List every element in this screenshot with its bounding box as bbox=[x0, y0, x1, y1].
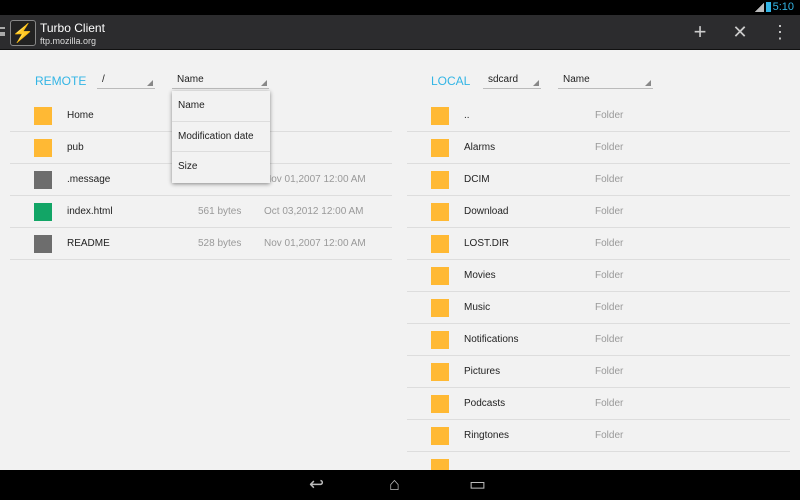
back-icon[interactable]: ↩ bbox=[309, 474, 324, 495]
clock: 5:10 bbox=[772, 1, 794, 13]
app-title: Turbo Client bbox=[40, 21, 105, 35]
file-date: Oct 03,2012 12:00 AM bbox=[264, 206, 364, 217]
file-name: Home bbox=[67, 110, 94, 121]
file-date: Nov 01,2007 12:00 AM bbox=[264, 238, 366, 249]
sort-dropdown-menu: Name Modification date Size bbox=[172, 91, 270, 183]
overflow-menu-button[interactable]: ⋮ bbox=[768, 21, 792, 45]
folder-row[interactable]: Alarms Folder bbox=[407, 132, 790, 164]
plus-icon: + bbox=[693, 19, 707, 44]
folder-name: .. bbox=[464, 110, 470, 121]
file-icon bbox=[34, 235, 52, 253]
server-host: ftp.mozilla.org bbox=[40, 36, 97, 46]
folder-name: Ringtones bbox=[464, 430, 510, 441]
file-name: README bbox=[67, 238, 110, 249]
folder-row[interactable]: Download Folder bbox=[407, 196, 790, 228]
battery-icon bbox=[766, 2, 771, 12]
file-name: pub bbox=[67, 142, 84, 153]
remote-sort-spinner[interactable]: Name bbox=[172, 72, 269, 89]
folder-icon bbox=[431, 363, 449, 381]
sort-option-name[interactable]: Name bbox=[172, 91, 270, 122]
folder-icon bbox=[431, 203, 449, 221]
folder-type: Folder bbox=[595, 430, 624, 441]
remote-path-spinner[interactable]: / bbox=[97, 72, 155, 89]
app-logo-icon[interactable]: ⚡ bbox=[10, 20, 36, 46]
folder-name: Download bbox=[464, 206, 509, 217]
folder-row[interactable]: DCIM Folder bbox=[407, 164, 790, 196]
remote-label: REMOTE bbox=[35, 74, 87, 88]
folder-icon bbox=[431, 107, 449, 125]
folder-name: Podcasts bbox=[464, 398, 506, 409]
file-size: 528 bytes bbox=[198, 238, 242, 249]
folder-icon bbox=[431, 267, 449, 285]
folder-type: Folder bbox=[595, 270, 624, 281]
file-date: Nov 01,2007 12:00 AM bbox=[264, 174, 366, 185]
folder-name: Music bbox=[464, 302, 491, 313]
folder-name: Alarms bbox=[464, 142, 496, 153]
folder-row[interactable]: Podcasts Folder bbox=[407, 388, 790, 420]
folder-type: Folder bbox=[595, 206, 624, 217]
folder-type: Folder bbox=[595, 366, 624, 377]
folder-row[interactable]: Ringtones Folder bbox=[407, 420, 790, 452]
recents-icon[interactable]: ▭ bbox=[469, 474, 486, 495]
folder-type: Folder bbox=[595, 174, 624, 185]
file-icon bbox=[34, 203, 52, 221]
folder-name: Pictures bbox=[464, 366, 501, 377]
status-bar: 5:10 bbox=[0, 0, 800, 15]
folder-name: LOST.DIR bbox=[464, 238, 510, 249]
file-name: index.html bbox=[67, 206, 113, 217]
navigation-bar: ↩ ⌂ ▭ bbox=[0, 470, 800, 500]
folder-row[interactable]: Notifications Folder bbox=[407, 324, 790, 356]
folder-row[interactable]: Movies Folder bbox=[407, 260, 790, 292]
folder-row[interactable]: LOST.DIR Folder bbox=[407, 228, 790, 260]
folder-type: Folder bbox=[595, 238, 624, 249]
action-bar: ⚡ Turbo Client ftp.mozilla.org + ✕ ⋮ bbox=[0, 15, 800, 50]
file-icon bbox=[34, 171, 52, 189]
overflow-icon: ⋮ bbox=[771, 22, 789, 42]
folder-type: Folder bbox=[595, 110, 624, 121]
close-icon: ✕ bbox=[732, 22, 748, 42]
signal-icon bbox=[754, 3, 764, 12]
folder-icon bbox=[431, 171, 449, 189]
folder-icon bbox=[431, 331, 449, 349]
folder-type: Folder bbox=[595, 302, 624, 313]
folder-name: Movies bbox=[464, 270, 496, 281]
sort-option-modification-date[interactable]: Modification date bbox=[172, 122, 270, 153]
sort-option-size[interactable]: Size bbox=[172, 152, 270, 183]
drawer-icon[interactable] bbox=[0, 27, 5, 36]
folder-type: Folder bbox=[595, 334, 624, 345]
folder-icon bbox=[34, 107, 52, 125]
folder-icon bbox=[431, 139, 449, 157]
folder-row[interactable]: Pictures Folder bbox=[407, 356, 790, 388]
folder-icon bbox=[431, 299, 449, 317]
folder-icon bbox=[34, 139, 52, 157]
file-row[interactable]: README 528 bytes Nov 01,2007 12:00 AM bbox=[10, 228, 392, 260]
folder-icon bbox=[431, 235, 449, 253]
file-size: 561 bytes bbox=[198, 206, 242, 217]
folder-name: DCIM bbox=[464, 174, 490, 185]
folder-icon bbox=[431, 395, 449, 413]
folder-type: Folder bbox=[595, 398, 624, 409]
folder-row[interactable]: Music Folder bbox=[407, 292, 790, 324]
close-button[interactable]: ✕ bbox=[728, 21, 752, 45]
home-icon[interactable]: ⌂ bbox=[389, 474, 400, 495]
folder-type: Folder bbox=[595, 142, 624, 153]
folder-name: Notifications bbox=[464, 334, 519, 345]
local-sort-spinner[interactable]: Name bbox=[558, 72, 653, 89]
local-label: LOCAL bbox=[431, 74, 471, 88]
local-path-spinner[interactable]: sdcard bbox=[483, 72, 541, 89]
folder-row[interactable]: .. Folder bbox=[407, 100, 790, 132]
file-row[interactable]: index.html 561 bytes Oct 03,2012 12:00 AM bbox=[10, 196, 392, 228]
file-name: .message bbox=[67, 174, 111, 185]
folder-icon bbox=[431, 427, 449, 445]
add-button[interactable]: + bbox=[688, 21, 712, 45]
folder-row-partial bbox=[407, 452, 790, 472]
